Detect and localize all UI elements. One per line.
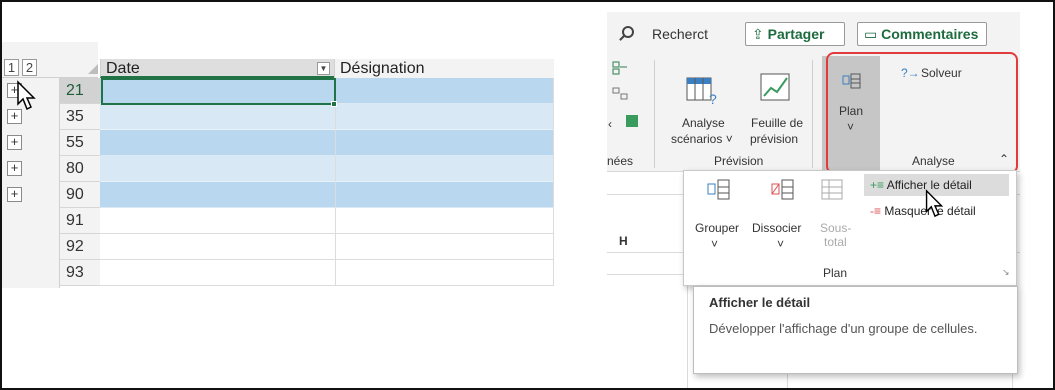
comment-icon: ▭ [864,26,882,42]
expand-group-button[interactable]: + [7,187,22,202]
subtotal-icon [821,179,843,200]
ungroup-icon [771,179,794,200]
mouse-cursor-icon [925,189,944,218]
data-model-icon[interactable] [623,112,641,130]
spreadsheet: 1 2 Date ▼ Désignation +21 +35 +55 +80 +90 91… [2,42,554,288]
cell-date[interactable] [100,260,336,286]
column-header-h[interactable]: H [619,234,628,248]
cell-designation[interactable] [336,260,554,286]
row-header[interactable]: 91 [60,208,100,234]
cell-date[interactable] [100,182,336,208]
share-icon: ⇪ [752,26,768,42]
row-header[interactable]: 55 [60,130,100,156]
relations-icon[interactable] [611,86,629,102]
forecast-sheet-icon[interactable] [759,72,793,104]
grouper-button[interactable]: Grouper [695,221,739,235]
chevron-down-icon: ˅ [711,237,719,251]
cell-designation[interactable] [336,104,554,130]
row-header[interactable]: 35 [60,104,100,130]
what-if-analysis-label: Analyse [682,116,725,130]
outline-header: 1 2 [2,42,98,78]
cell-designation[interactable] [336,130,554,156]
tooltip-body: Développer l'affichage d'un groupe de ce… [709,321,978,336]
column-header-label: Date [106,60,140,77]
fill-handle[interactable] [331,101,337,107]
consolidate-icon[interactable] [611,60,629,76]
chevron-left-icon[interactable]: ‹ [608,117,612,131]
column-header-date[interactable]: Date ▼ [100,59,334,78]
what-if-analysis-icon[interactable]: ? [685,74,721,106]
outline-level-1-button[interactable]: 1 [4,59,19,76]
row-header[interactable]: 92 [60,234,100,260]
forecast-sheet-label-2: prévision [750,132,799,146]
row-header[interactable]: 80 [60,156,100,182]
row-header[interactable]: 93 [60,260,100,286]
cell-designation[interactable] [336,208,554,234]
dialog-launcher-icon[interactable]: ↘ [1002,267,1010,278]
cell-date[interactable] [100,156,336,182]
column-header-designation[interactable]: Désignation [334,59,554,78]
plan-dropdown-menu: Grouper ˅ Dissocier ˅ Sous- total +≡ Aff… [683,170,1017,286]
grid-line [607,274,687,275]
chevron-down-icon: ˅ [777,237,785,251]
ribbon-title-bar: Recherct ⇪ Partager ▭ Commentaires [607,12,1020,52]
show-detail-icon: +≡ [870,178,887,192]
group-separator [654,60,655,168]
column-header-label: Désignation [340,60,425,77]
subtotal-button[interactable]: Sous- [820,221,851,235]
row-header[interactable]: 21 [60,78,100,104]
cell-designation[interactable] [336,156,554,182]
outline-level-2-button[interactable]: 2 [22,59,37,76]
highlight-box [826,52,1018,174]
mouse-cursor-icon [17,80,36,111]
svg-text:?: ? [709,91,717,106]
group-label-nees: nées [607,154,634,168]
cell-date[interactable] [100,208,336,234]
search-box[interactable]: Recherct [652,26,708,42]
group-label-prevision: Prévision [714,154,764,168]
cell-designation[interactable] [336,182,554,208]
subtotal-label-2: total [824,235,847,249]
expand-group-button[interactable]: + [7,135,22,150]
cell-designation[interactable] [336,78,554,104]
search-icon[interactable] [622,26,634,38]
tooltip-title: Afficher le détail [709,295,811,310]
cell-date[interactable] [100,104,336,130]
comments-button[interactable]: ▭ Commentaires [857,22,987,46]
active-cell[interactable] [101,78,336,105]
plan-group-label: Plan [823,266,848,280]
group-separator [812,60,813,168]
hide-detail-icon: -≡ [870,204,885,218]
dissocier-button[interactable]: Dissocier [752,221,801,235]
select-all-corner[interactable] [88,64,98,74]
cell-date[interactable] [100,234,336,260]
row-header[interactable]: 90 [60,182,100,208]
cell-designation[interactable] [336,234,554,260]
what-if-analysis-label-2[interactable]: scénarios ˅ [671,132,733,146]
tooltip: Afficher le détail Développer l'affichag… [693,286,1018,374]
group-icon [707,179,730,200]
filter-dropdown-icon[interactable]: ▼ [317,62,330,75]
expand-group-button[interactable]: + [7,161,22,176]
cell-date[interactable] [100,130,336,156]
share-button[interactable]: ⇪ Partager [745,22,845,46]
forecast-sheet-label[interactable]: Feuille de [751,116,803,130]
